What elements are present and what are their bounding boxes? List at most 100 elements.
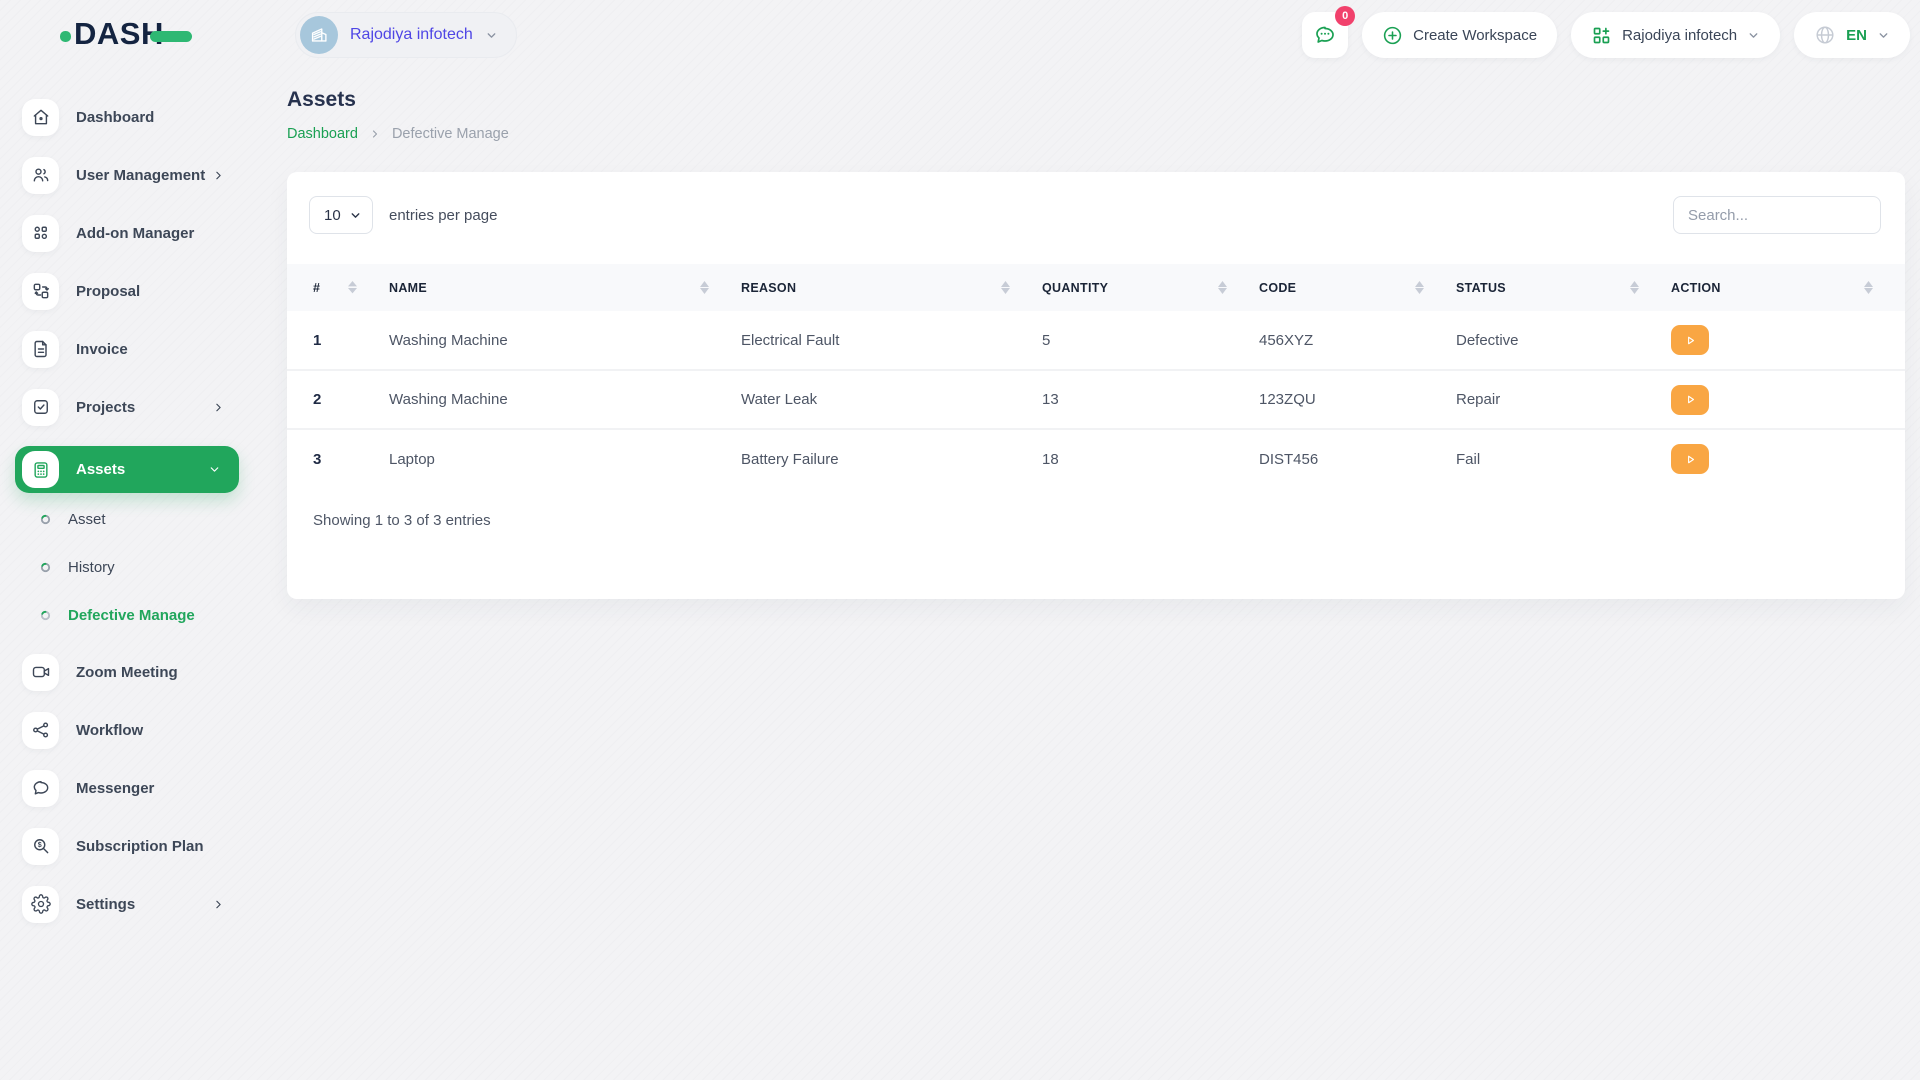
sort-icon [348, 281, 357, 294]
sort-icon [700, 281, 709, 294]
cell-quantity: 13 [1042, 391, 1059, 408]
entries-per-page-label: entries per page [389, 206, 498, 224]
cell-name: Washing Machine [389, 331, 508, 349]
sidebar-item-messenger[interactable]: Messenger [15, 769, 243, 807]
breadcrumb-dashboard-link[interactable]: Dashboard [287, 126, 358, 142]
chevron-down-icon [1879, 32, 1888, 38]
entries-per-page-value: 10 [324, 206, 341, 224]
sort-icon [1001, 281, 1010, 294]
workspace-switcher[interactable]: Rajodiya infotech [295, 12, 517, 58]
breadcrumb-current: Defective Manage [391, 126, 509, 142]
sidebar-item-dashboard[interactable]: Dashboard [15, 98, 243, 136]
company-menu-label: Rajodiya infotech [1622, 26, 1738, 44]
sidebar-item-projects[interactable]: Projects [15, 388, 243, 426]
home-icon [22, 98, 59, 136]
cell-reason: Battery Failure [741, 450, 839, 468]
invoice-file-icon [22, 330, 59, 368]
search-input[interactable] [1673, 196, 1881, 234]
notification-badge: 0 [1335, 6, 1356, 26]
sidebar-item-user-management[interactable]: User Management [15, 156, 243, 194]
sidebar-item-label: Invoice [76, 340, 128, 358]
cell-index: 1 [313, 331, 322, 349]
sidebar-item-label: Messenger [76, 779, 155, 797]
table-row: 1 Washing Machine Electrical Fault 5 456… [287, 311, 1905, 370]
defective-table: # NAME REASON QUANTITY CODE STATUS ACTIO… [287, 264, 1905, 488]
column-header-action[interactable]: ACTION [1671, 264, 1905, 311]
create-workspace-label: Create Workspace [1413, 26, 1538, 44]
video-camera-icon [22, 653, 59, 691]
table-header-row: # NAME REASON QUANTITY CODE STATUS ACTIO… [287, 264, 1905, 311]
column-header-status[interactable]: STATUS [1456, 264, 1671, 311]
language-label: EN [1846, 26, 1867, 44]
sidebar-item-label: Projects [76, 398, 136, 416]
cell-index: 3 [313, 450, 322, 468]
sidebar-item-addon-manager[interactable]: Add-on Manager [15, 214, 243, 252]
chevron-down-icon [487, 32, 496, 38]
sort-icon [1415, 281, 1424, 294]
grid-icon [22, 214, 59, 252]
entries-per-page-select[interactable]: 10 [309, 196, 373, 234]
globe-icon [1816, 26, 1834, 44]
bullet-icon [40, 562, 51, 573]
row-action-button[interactable] [1671, 444, 1709, 474]
sidebar-subitem-label: Defective Manage [68, 606, 195, 624]
chevron-right-icon [369, 128, 381, 140]
sidebar-item-invoice[interactable]: Invoice [15, 330, 243, 368]
sidebar-item-label: Workflow [76, 721, 144, 739]
brand-logo[interactable]: DASH [60, 14, 260, 54]
workspace-name: Rajodiya infotech [350, 26, 473, 43]
table-row: 3 Laptop Battery Failure 18 DIST456 Fail [287, 429, 1905, 488]
sidebar-item-label: Assets [76, 461, 126, 478]
sidebar-item-settings[interactable]: Settings [15, 885, 243, 923]
row-action-button[interactable] [1671, 384, 1709, 415]
calculator-icon [22, 451, 59, 488]
notifications-button[interactable]: 0 [1302, 6, 1356, 58]
sidebar-item-workflow[interactable]: Workflow [15, 711, 243, 749]
cell-code: 123ZQU [1259, 391, 1316, 408]
column-header-index[interactable]: # [287, 264, 389, 311]
cell-reason: Water Leak [741, 391, 818, 408]
sidebar-item-assets[interactable]: Assets [15, 446, 239, 493]
share-nodes-icon [22, 711, 59, 749]
sidebar-subitem-defective-manage[interactable]: Defective Manage [15, 605, 260, 625]
sort-icon [1864, 281, 1873, 294]
swap-icon [22, 272, 59, 310]
chevron-right-icon [212, 169, 225, 182]
breadcrumb: Dashboard Defective Manage [287, 126, 1905, 142]
cell-code: DIST456 [1259, 450, 1319, 468]
chat-bubble-icon [22, 769, 59, 807]
language-menu[interactable]: EN [1794, 12, 1910, 58]
page-title: Assets [287, 88, 356, 111]
search-dollar-icon: $ [22, 827, 59, 865]
sidebar-item-zoom-meeting[interactable]: Zoom Meeting [15, 653, 243, 691]
sidebar-item-subscription-plan[interactable]: $ Subscription Plan [15, 827, 243, 865]
cell-status: Defective [1456, 331, 1519, 349]
cell-quantity: 18 [1042, 450, 1059, 468]
table-summary: Showing 1 to 3 of 3 entries [313, 512, 491, 529]
column-header-name[interactable]: NAME [389, 264, 741, 311]
sidebar-item-proposal[interactable]: Proposal [15, 272, 243, 310]
cell-status: Repair [1456, 391, 1501, 408]
sidebar-subitem-asset[interactable]: Asset [15, 509, 260, 529]
table-row: 2 Washing Machine Water Leak 13 123ZQU R… [287, 370, 1905, 429]
workspace-grid-icon [1593, 27, 1610, 43]
assets-submenu: Asset History Defective Manage [15, 509, 260, 625]
cell-status: Fail [1456, 450, 1481, 468]
topbar: Rajodiya infotech 0 Create Workspace Raj… [260, 0, 1920, 70]
cell-quantity: 5 [1042, 331, 1051, 349]
chevron-down-icon [208, 463, 221, 476]
cell-code: 456XYZ [1259, 331, 1314, 349]
cell-reason: Electrical Fault [741, 331, 840, 349]
column-header-code[interactable]: CODE [1259, 264, 1456, 311]
sidebar-menu: Dashboard User Management Add-on Manager [0, 98, 260, 923]
sidebar-item-label: Subscription Plan [76, 837, 204, 855]
row-action-button[interactable] [1671, 325, 1709, 355]
sidebar-subitem-history[interactable]: History [15, 557, 260, 577]
main-area: Rajodiya infotech 0 Create Workspace Raj… [260, 0, 1920, 1080]
column-header-reason[interactable]: REASON [741, 264, 1042, 311]
check-square-icon [22, 388, 59, 426]
column-header-quantity[interactable]: QUANTITY [1042, 264, 1259, 311]
company-menu[interactable]: Rajodiya infotech [1571, 12, 1781, 58]
sidebar-subitem-label: Asset [68, 510, 106, 528]
create-workspace-button[interactable]: Create Workspace [1362, 12, 1558, 58]
